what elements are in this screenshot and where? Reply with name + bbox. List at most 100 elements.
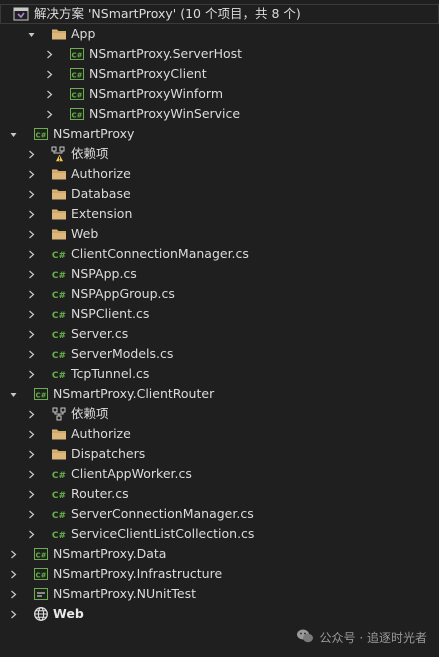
- tree-item[interactable]: C# NSPClient.cs: [0, 304, 439, 324]
- csharp-file-icon: C#: [51, 466, 67, 482]
- svg-text:C#: C#: [52, 531, 66, 541]
- svg-text:C#: C#: [35, 551, 46, 559]
- tree-item-label: Extension: [71, 206, 133, 221]
- tree-item[interactable]: C# Router.cs: [0, 484, 439, 504]
- expander-chevron-right-icon[interactable]: [7, 564, 19, 584]
- expander-chevron-right-icon[interactable]: [7, 544, 19, 564]
- expander-chevron-right-icon[interactable]: [25, 324, 37, 344]
- expander-chevron-right-icon[interactable]: [25, 464, 37, 484]
- svg-text:C#: C#: [52, 271, 66, 281]
- svg-text:C#: C#: [71, 51, 82, 59]
- svg-text:C#: C#: [35, 391, 46, 399]
- svg-text:C#: C#: [52, 311, 66, 321]
- tree-item[interactable]: C# ServerConnectionManager.cs: [0, 504, 439, 524]
- tree-item[interactable]: C# NSmartProxy.ServerHost: [0, 44, 439, 64]
- expander-chevron-right-icon[interactable]: [25, 304, 37, 324]
- dependencies-warning-icon: [51, 146, 67, 162]
- expander-chevron-right-icon[interactable]: [25, 144, 37, 164]
- tree-item[interactable]: Authorize: [0, 164, 439, 184]
- tree-item[interactable]: C# ServiceClientListCollection.cs: [0, 524, 439, 544]
- tree-item[interactable]: C# ServerModels.cs: [0, 344, 439, 364]
- test-project-icon: [33, 586, 49, 602]
- expander-chevron-right-icon[interactable]: [25, 364, 37, 384]
- tree-item[interactable]: 依赖项: [0, 404, 439, 424]
- tree-item-label: Server.cs: [71, 326, 129, 341]
- wechat-icon: [296, 628, 314, 647]
- svg-text:C#: C#: [35, 131, 46, 139]
- tree-item-label: NSmartProxyWinform: [89, 86, 224, 101]
- web-globe-icon: [33, 606, 49, 622]
- tree-item[interactable]: C# NSmartProxy: [0, 124, 439, 144]
- csharp-file-icon: C#: [51, 306, 67, 322]
- tree-item[interactable]: NSmartProxy.NUnitTest: [0, 584, 439, 604]
- csharp-file-icon: C#: [51, 346, 67, 362]
- svg-text:C#: C#: [52, 291, 66, 301]
- tree-item[interactable]: C# NSmartProxyWinService: [0, 104, 439, 124]
- expander-chevron-right-icon[interactable]: [43, 84, 55, 104]
- tree-item-label: NSmartProxyWinService: [89, 106, 241, 121]
- expander-chevron-down-icon[interactable]: [25, 24, 37, 44]
- tree-item[interactable]: C# NSmartProxyClient: [0, 64, 439, 84]
- expander-chevron-right-icon[interactable]: [25, 524, 37, 544]
- expander-chevron-right-icon[interactable]: [25, 184, 37, 204]
- svg-text:C#: C#: [71, 111, 82, 119]
- tree-item[interactable]: C# NSmartProxyWinform: [0, 84, 439, 104]
- tree-item[interactable]: C# NSmartProxy.ClientRouter: [0, 384, 439, 404]
- tree-item[interactable]: C# Server.cs: [0, 324, 439, 344]
- csharp-project-icon: C#: [69, 86, 85, 102]
- expander-chevron-right-icon[interactable]: [25, 164, 37, 184]
- expander-chevron-right-icon[interactable]: [25, 484, 37, 504]
- tree-item[interactable]: C# TcpTunnel.cs: [0, 364, 439, 384]
- tree-item[interactable]: Authorize: [0, 424, 439, 444]
- expander-chevron-right-icon[interactable]: [25, 264, 37, 284]
- expander-chevron-right-icon[interactable]: [43, 64, 55, 84]
- svg-text:C#: C#: [52, 371, 66, 381]
- tree-item[interactable]: C# NSmartProxy.Infrastructure: [0, 564, 439, 584]
- tree-item-label: ClientAppWorker.cs: [71, 466, 192, 481]
- expander-chevron-right-icon[interactable]: [25, 244, 37, 264]
- expander-chevron-right-icon[interactable]: [25, 424, 37, 444]
- tree-item[interactable]: App: [0, 24, 439, 44]
- expander-chevron-right-icon[interactable]: [25, 404, 37, 424]
- svg-text:C#: C#: [71, 71, 82, 79]
- tree-item-label: Authorize: [71, 166, 131, 181]
- tree-item[interactable]: Dispatchers: [0, 444, 439, 464]
- tree-item[interactable]: Web: [0, 224, 439, 244]
- expander-chevron-right-icon[interactable]: [25, 344, 37, 364]
- tree-item-label: NSPAppGroup.cs: [71, 286, 175, 301]
- expander-chevron-right-icon[interactable]: [25, 284, 37, 304]
- svg-text:C#: C#: [35, 571, 46, 579]
- tree-item[interactable]: Extension: [0, 204, 439, 224]
- expander-chevron-right-icon[interactable]: [25, 224, 37, 244]
- tree-item-label: NSPApp.cs: [71, 266, 137, 281]
- tree-item-label: Database: [71, 186, 131, 201]
- tree-item[interactable]: C# ClientConnectionManager.cs: [0, 244, 439, 264]
- expander-chevron-right-icon[interactable]: [43, 104, 55, 124]
- tree-item-label: Web: [71, 226, 99, 241]
- folder-icon: [51, 446, 67, 462]
- expander-chevron-down-icon[interactable]: [7, 384, 19, 404]
- csharp-file-icon: C#: [51, 246, 67, 262]
- tree-item-label: NSmartProxy.NUnitTest: [53, 586, 197, 601]
- tree-item[interactable]: 依赖项: [0, 144, 439, 164]
- csharp-project-icon: C#: [33, 386, 49, 402]
- expander-chevron-right-icon[interactable]: [25, 204, 37, 224]
- csharp-file-icon: C#: [51, 526, 67, 542]
- tree-item[interactable]: C# NSPAppGroup.cs: [0, 284, 439, 304]
- folder-icon: [51, 206, 67, 222]
- expander-chevron-right-icon[interactable]: [7, 604, 19, 624]
- expander-chevron-right-icon[interactable]: [25, 504, 37, 524]
- expander-chevron-right-icon[interactable]: [7, 584, 19, 604]
- solution-root-row[interactable]: 解决方案 'NSmartProxy' (10 个项目，共 8 个): [0, 4, 439, 24]
- tree-item[interactable]: C# ClientAppWorker.cs: [0, 464, 439, 484]
- csharp-project-icon: C#: [69, 66, 85, 82]
- expander-chevron-down-icon[interactable]: [7, 124, 19, 144]
- tree-item-label: NSmartProxy.ServerHost: [89, 46, 243, 61]
- expander-chevron-right-icon[interactable]: [43, 44, 55, 64]
- expander-chevron-right-icon[interactable]: [25, 444, 37, 464]
- tree-item[interactable]: Web: [0, 604, 439, 624]
- tree-item[interactable]: C# NSmartProxy.Data: [0, 544, 439, 564]
- tree-item[interactable]: Database: [0, 184, 439, 204]
- tree-item[interactable]: C# NSPApp.cs: [0, 264, 439, 284]
- tree-item-label: NSmartProxy.Infrastructure: [53, 566, 223, 581]
